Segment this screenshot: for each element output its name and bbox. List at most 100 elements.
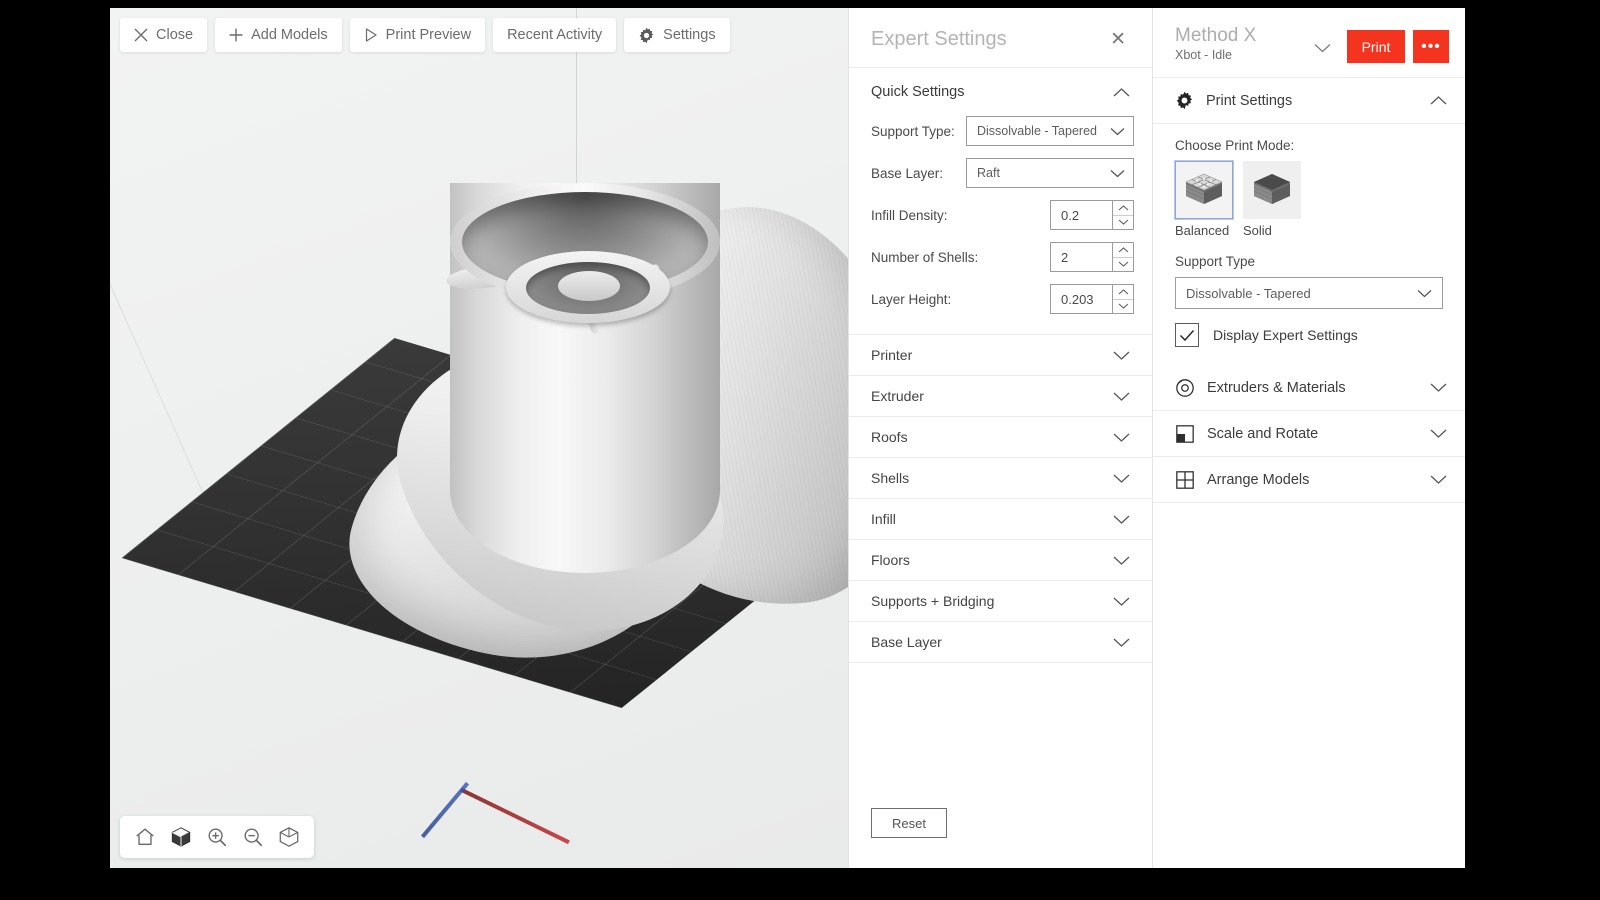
zoom-out-icon[interactable] xyxy=(242,826,264,848)
section-floors-label: Floors xyxy=(871,552,910,568)
infill-density-spinner xyxy=(1112,200,1134,230)
close-icon[interactable]: ✕ xyxy=(1106,28,1130,51)
layer-height-label: Layer Height: xyxy=(871,291,952,307)
print-settings-header[interactable]: Print Settings xyxy=(1153,78,1465,124)
layer-height-field: Layer Height: 0.203 xyxy=(849,278,1152,320)
model-hub-hole xyxy=(526,262,650,314)
infill-density-field: Infill Density: 0.2 xyxy=(849,194,1152,236)
number-of-shells-stepper: 2 xyxy=(1050,242,1134,272)
spinner-down-icon[interactable] xyxy=(1113,216,1133,230)
support-type-value: Dissolvable - Tapered xyxy=(977,124,1097,138)
section-shells[interactable]: Shells xyxy=(849,458,1152,499)
right-support-type-value: Dissolvable - Tapered xyxy=(1186,285,1311,301)
display-expert-settings-checkbox[interactable] xyxy=(1175,323,1199,347)
model-lip xyxy=(445,262,523,292)
check-icon xyxy=(1179,329,1195,341)
reset-row: Reset xyxy=(849,808,1152,868)
grid-icon xyxy=(1176,470,1194,489)
print-settings-body: Choose Print Mode: Balanced Solid Suppor… xyxy=(1153,124,1465,365)
printer-dropdown-toggle[interactable] xyxy=(1314,26,1341,58)
section-extruder[interactable]: Extruder xyxy=(849,376,1152,417)
print-mode-balanced[interactable] xyxy=(1174,160,1234,220)
chevron-down-icon xyxy=(1110,127,1125,135)
print-button[interactable]: Print xyxy=(1347,30,1405,63)
chevron-down-icon xyxy=(1113,433,1130,442)
close-button[interactable]: Close xyxy=(120,18,208,52)
print-mode-labels: Balanced Solid xyxy=(1175,223,1443,238)
home-icon[interactable] xyxy=(134,826,156,848)
model-hub-ring xyxy=(506,251,670,323)
spool-icon xyxy=(1176,378,1194,397)
chevron-down-icon xyxy=(1113,392,1130,401)
choose-print-mode-label: Choose Print Mode: xyxy=(1175,138,1295,153)
base-layer-label: Base Layer: xyxy=(871,165,944,181)
section-printer-label: Printer xyxy=(871,347,913,363)
settings-button-label: Settings xyxy=(663,27,716,43)
number-of-shells-label: Number of Shells: xyxy=(871,249,979,265)
3d-viewport[interactable]: Close Add Models Print Preview Recent Ac… xyxy=(110,8,848,868)
reset-button[interactable]: Reset xyxy=(871,808,947,838)
zoom-in-icon[interactable] xyxy=(206,826,228,848)
view-cube-icon[interactable] xyxy=(170,826,192,848)
number-of-shells-input[interactable]: 2 xyxy=(1050,242,1112,272)
more-options-button[interactable]: ••• xyxy=(1413,30,1449,63)
expert-settings-title: Expert Settings xyxy=(871,28,1007,50)
printer-status: Xbot - Idle xyxy=(1175,47,1232,62)
add-models-button-label: Add Models xyxy=(251,27,328,43)
close-button-label: Close xyxy=(156,27,194,43)
model-cylinder-rim xyxy=(450,183,720,301)
section-roofs[interactable]: Roofs xyxy=(849,417,1152,458)
spinner-up-icon[interactable] xyxy=(1113,201,1133,216)
spinner-down-icon[interactable] xyxy=(1113,258,1133,272)
print-mode-solid[interactable] xyxy=(1243,161,1301,219)
support-type-label: Support Type: xyxy=(871,123,955,139)
right-support-type-label: Support Type xyxy=(1175,254,1256,269)
settings-button[interactable]: Settings xyxy=(624,18,730,52)
section-printer[interactable]: Printer xyxy=(849,335,1152,376)
base-layer-select[interactable]: Raft xyxy=(966,158,1134,188)
chevron-down-icon xyxy=(1113,597,1130,606)
print-preview-button[interactable]: Print Preview xyxy=(349,18,486,52)
display-expert-settings-row[interactable]: Display Expert Settings xyxy=(1175,323,1443,347)
viewport-toolbar xyxy=(120,816,314,858)
chevron-down-icon xyxy=(1113,474,1130,483)
model-hub-boss xyxy=(558,271,620,301)
model-cylinder-bore xyxy=(462,192,708,292)
recent-activity-button-label: Recent Activity xyxy=(507,27,603,43)
app-window: Close Add Models Print Preview Recent Ac… xyxy=(110,8,1465,868)
section-supports-bridging[interactable]: Supports + Bridging xyxy=(849,581,1152,622)
section-floors[interactable]: Floors xyxy=(849,540,1152,581)
section-base-layer[interactable]: Base Layer xyxy=(849,622,1152,663)
base-layer-field: Base Layer: Raft xyxy=(849,152,1152,194)
build-plate-edge-red xyxy=(460,787,570,845)
printer-header: Method X Xbot - Idle Print ••• xyxy=(1153,8,1465,78)
bounding-box-icon[interactable] xyxy=(278,826,300,848)
print-settings-label: Print Settings xyxy=(1206,92,1293,109)
right-support-type-select[interactable]: Dissolvable - Tapered xyxy=(1175,277,1443,309)
section-base-layer-label: Base Layer xyxy=(871,634,942,650)
layer-height-input[interactable]: 0.203 xyxy=(1050,284,1112,314)
spinner-down-icon[interactable] xyxy=(1113,300,1133,314)
build-plate-edge-blue xyxy=(420,781,470,839)
arrange-models-section[interactable]: Arrange Models xyxy=(1153,457,1465,503)
add-models-button[interactable]: Add Models xyxy=(215,18,342,52)
infill-density-input[interactable]: 0.2 xyxy=(1050,200,1112,230)
section-infill[interactable]: Infill xyxy=(849,499,1152,540)
chevron-down-icon xyxy=(1430,475,1447,484)
layer-height-spinner xyxy=(1112,284,1134,314)
chevron-down-icon xyxy=(1417,289,1432,297)
quick-settings-header[interactable]: Quick Settings xyxy=(849,68,1152,110)
infill-density-label: Infill Density: xyxy=(871,207,948,223)
section-roofs-label: Roofs xyxy=(871,429,908,445)
extruders-materials-section[interactable]: Extruders & Materials xyxy=(1153,365,1465,411)
support-type-field: Support Type: Dissolvable - Tapered xyxy=(849,110,1152,152)
scale-and-rotate-section[interactable]: Scale and Rotate xyxy=(1153,411,1465,457)
spinner-up-icon[interactable] xyxy=(1113,285,1133,300)
spinner-up-icon[interactable] xyxy=(1113,243,1133,258)
printer-identity: Method X Xbot - Idle xyxy=(1175,26,1256,62)
support-type-select[interactable]: Dissolvable - Tapered xyxy=(966,116,1134,146)
chevron-down-icon xyxy=(1113,638,1130,647)
recent-activity-button[interactable]: Recent Activity xyxy=(493,18,617,52)
expert-sections-list: Printer Extruder Roofs Shells Infill Flo… xyxy=(849,334,1152,663)
build-plate xyxy=(121,338,848,708)
